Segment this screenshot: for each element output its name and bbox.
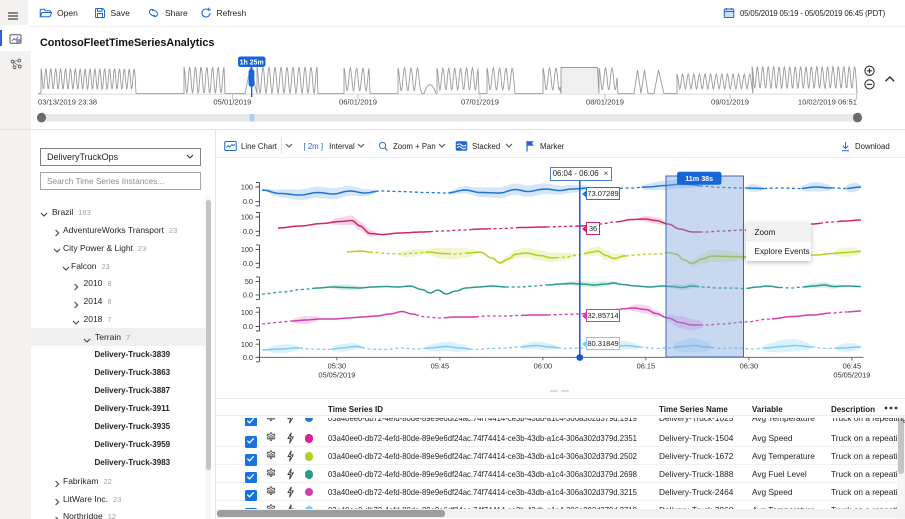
svg-text:0.0: 0.0 <box>243 322 253 331</box>
svg-text:100: 100 <box>241 183 253 192</box>
svg-text:100: 100 <box>241 308 253 317</box>
svg-text:0.0: 0.0 <box>243 227 253 236</box>
svg-text:0.0: 0.0 <box>243 291 253 300</box>
svg-text:0.0: 0.0 <box>243 197 253 206</box>
svg-text:06:30: 06:30 <box>740 361 759 370</box>
svg-text:05/05/2019: 05/05/2019 <box>833 370 870 379</box>
svg-text:06:45: 06:45 <box>843 361 862 370</box>
svg-text:05:45: 05:45 <box>431 361 450 370</box>
svg-text:05/05/2019: 05/05/2019 <box>318 370 355 379</box>
svg-text:50: 50 <box>245 277 253 286</box>
svg-text:11m 38s: 11m 38s <box>685 174 713 183</box>
svg-text:06:00: 06:00 <box>534 361 553 370</box>
svg-text:100: 100 <box>241 213 253 222</box>
svg-text:06:15: 06:15 <box>637 361 656 370</box>
svg-text:100: 100 <box>241 245 253 254</box>
svg-text:05:30: 05:30 <box>328 361 347 370</box>
svg-text:100: 100 <box>241 340 253 349</box>
svg-text:0.0: 0.0 <box>243 259 253 268</box>
svg-text:0.0: 0.0 <box>243 353 253 362</box>
